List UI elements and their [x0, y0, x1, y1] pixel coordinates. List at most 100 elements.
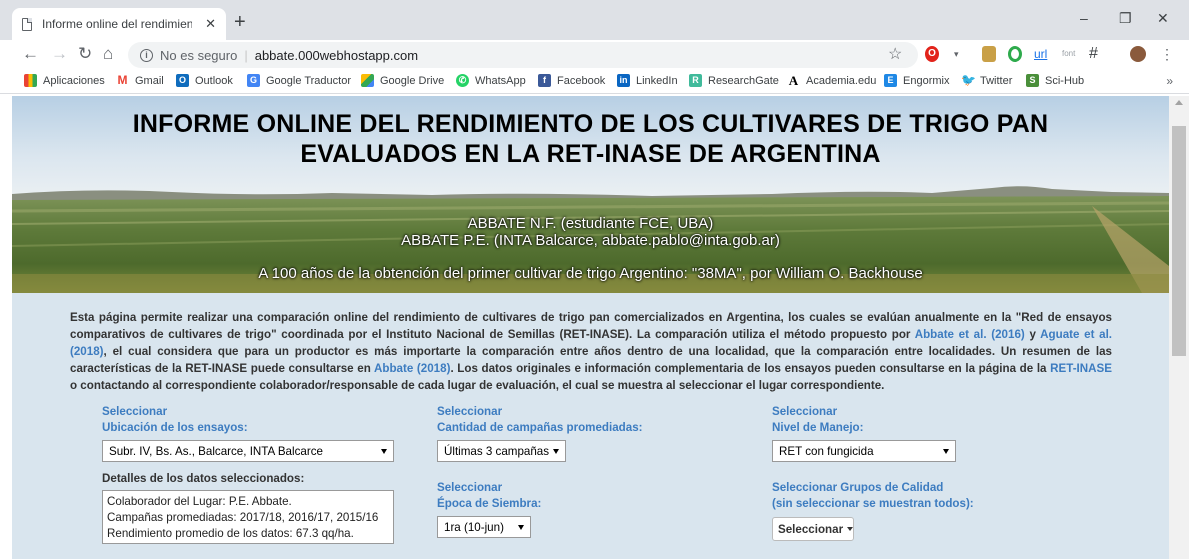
dropdown-arrow-icon	[518, 525, 524, 530]
campanias-label: Seleccionar Cantidad de campañas promedi…	[437, 404, 643, 436]
page-title: INFORME ONLINE DEL RENDIMIENTO DE LOS CU…	[12, 109, 1169, 169]
browser-tab[interactable]: Informe online del rendimiento d ✕	[12, 8, 226, 40]
bookmark-label: WhatsApp	[475, 74, 526, 87]
epoca-select[interactable]: 1ra (10-jun)	[437, 516, 531, 538]
bookmark-whatsapp[interactable]: ✆ WhatsApp	[456, 74, 526, 87]
bookmark-label: Outlook	[195, 74, 233, 87]
dropdown-arrow-icon	[943, 449, 949, 454]
details-line: Colaborador del Lugar: P.E. Abbate.	[107, 495, 292, 508]
bookmark-academia[interactable]: A Academia.edu	[787, 74, 876, 87]
apps-icon	[24, 74, 37, 87]
bookmark-facebook[interactable]: f Facebook	[538, 74, 605, 87]
ubicacion-select[interactable]: Subr. IV, Bs. As., Balcarce, INTA Balcar…	[102, 440, 394, 462]
bookmarks-more-chevron-icon[interactable]: »	[1166, 74, 1173, 88]
label-line: Ubicación de los ensayos:	[102, 421, 248, 434]
bookmark-star-icon[interactable]: ☆	[888, 44, 902, 64]
link-abbate-2016[interactable]: Abbate et al. (2016)	[915, 328, 1025, 341]
document-icon	[22, 17, 32, 31]
bookmark-label: Engormix	[903, 74, 950, 87]
label-line: Seleccionar Grupos de Calidad	[772, 481, 944, 494]
label-line: (sin seleccionar se muestran todos):	[772, 497, 974, 510]
back-arrow-icon[interactable]: ←	[22, 44, 39, 64]
new-tab-button[interactable]: +	[234, 12, 246, 32]
academia-icon: A	[787, 73, 800, 88]
security-status: No es seguro	[160, 47, 238, 63]
caret-down-icon	[847, 527, 854, 531]
avatar[interactable]	[1130, 46, 1146, 62]
ubicacion-label: Seleccionar Ubicación de los ensayos:	[102, 404, 248, 436]
grupos-calidad-button[interactable]: Seleccionar	[772, 517, 854, 541]
ubicacion-selected-value: Subr. IV, Bs. As., Balcarce, INTA Balcar…	[109, 444, 323, 458]
tagline: A 100 años de la obtención del primer cu…	[258, 265, 923, 282]
font-extension-icon[interactable]: font	[1062, 46, 1075, 62]
linkedin-icon: in	[617, 74, 630, 87]
title-line-1: INFORME ONLINE DEL RENDIMIENTO DE LOS CU…	[132, 110, 1049, 138]
browser-toolbar: ← → ↻ ⌂ i No es seguro | abbate.000webho…	[0, 40, 1189, 70]
scroll-up-arrow-icon[interactable]	[1175, 100, 1183, 105]
restore-button[interactable]: ❐	[1119, 10, 1132, 27]
intro-text: y	[1024, 328, 1041, 341]
bookmark-google-traductor[interactable]: G Google Traductor	[247, 74, 351, 87]
campanias-select[interactable]: Últimas 3 campañas	[437, 440, 566, 462]
menu-kebab-icon[interactable]: ⋮	[1160, 46, 1174, 62]
dropdown-arrow-icon	[381, 449, 387, 454]
bookmark-researchgate[interactable]: R ResearchGate	[689, 74, 779, 87]
bookmark-scihub[interactable]: S Sci-Hub	[1026, 74, 1084, 87]
bookmark-label: Gmail	[135, 74, 164, 87]
bookmark-aplicaciones[interactable]: Aplicaciones	[24, 74, 105, 87]
reload-icon[interactable]: ↻	[78, 44, 92, 64]
intro-paragraph: Esta página permite realizar una compara…	[70, 309, 1112, 394]
details-label: Detalles de los datos seleccionados:	[102, 472, 305, 485]
sync-extension-icon[interactable]	[1008, 46, 1022, 62]
minimize-button[interactable]: –	[1080, 10, 1088, 26]
page-scrollbar[interactable]	[1169, 96, 1189, 559]
link-ret-inase[interactable]: RET-INASE	[1050, 362, 1112, 375]
bookmark-outlook[interactable]: O Outlook	[176, 74, 233, 87]
address-bar[interactable]: i No es seguro | abbate.000webhostapp.co…	[128, 42, 918, 68]
engormix-icon: E	[884, 74, 897, 87]
manejo-label: Seleccionar Nivel de Manejo:	[772, 404, 863, 436]
omnibox-separator: |	[244, 47, 248, 63]
tab-title: Informe online del rendimiento d	[42, 17, 192, 31]
forward-arrow-icon[interactable]: →	[51, 44, 68, 64]
bookmark-gmail[interactable]: M Gmail	[116, 74, 164, 87]
drive-icon	[361, 74, 374, 87]
bookmark-engormix[interactable]: E Engormix	[884, 74, 949, 87]
scrollbar-thumb[interactable]	[1172, 126, 1186, 356]
bookmark-twitter[interactable]: 🐦 Twitter	[961, 74, 1012, 87]
bookmark-label: Google Drive	[380, 74, 445, 87]
extension-menu-chevron-icon[interactable]: ▾	[954, 46, 959, 62]
close-window-button[interactable]: ✕	[1157, 10, 1169, 27]
extension-icon[interactable]	[982, 46, 996, 62]
header-banner: INFORME ONLINE DEL RENDIMIENTO DE LOS CU…	[12, 96, 1169, 293]
bookmark-google-drive[interactable]: Google Drive	[361, 74, 444, 87]
home-icon[interactable]: ⌂	[103, 44, 113, 64]
bookmark-linkedin[interactable]: in LinkedIn	[617, 74, 678, 87]
gmail-icon: M	[116, 73, 129, 87]
details-line: Campañas promediadas: 2017/18, 2016/17, …	[107, 511, 379, 524]
label-line: Nivel de Manejo:	[772, 421, 864, 434]
label-line: Seleccionar	[772, 405, 838, 418]
label-line: Seleccionar	[437, 481, 503, 494]
author-2: ABBATE P.E. (INTA Balcarce, abbate.pablo…	[401, 232, 780, 249]
opera-extension-icon[interactable]: O	[925, 46, 939, 62]
url-extension-icon[interactable]: url	[1034, 46, 1047, 62]
scihub-icon: S	[1026, 74, 1039, 87]
epoca-label: Seleccionar Época de Siembra:	[437, 480, 541, 512]
grupos-button-label: Seleccionar	[778, 522, 844, 536]
grupos-label: Seleccionar Grupos de Calidad (sin selec…	[772, 480, 974, 512]
label-line: Cantidad de campañas promediadas:	[437, 421, 643, 434]
browser-tab-strip: Informe online del rendimiento d ✕ + – ❐…	[0, 0, 1189, 40]
epoca-selected-value: 1ra (10-jun)	[444, 520, 504, 534]
bookmark-label: Twitter	[980, 74, 1013, 87]
link-abbate-2018[interactable]: Abbate (2018)	[374, 362, 450, 375]
bookmark-label: Facebook	[557, 74, 606, 87]
manejo-select[interactable]: RET con fungicida	[772, 440, 956, 462]
bookmarks-bar: Aplicaciones M Gmail O Outlook G Google Tra…	[0, 70, 1189, 94]
info-icon[interactable]: i	[140, 48, 153, 62]
hash-extension-icon[interactable]: #	[1089, 46, 1098, 62]
intro-text: . Los datos originales e información com…	[450, 362, 1051, 375]
details-textarea[interactable]: Colaborador del Lugar: P.E. Abbate. Camp…	[102, 490, 394, 544]
url-text[interactable]: abbate.000webhostapp.com	[255, 48, 418, 63]
tab-close-icon[interactable]: ✕	[205, 16, 216, 32]
